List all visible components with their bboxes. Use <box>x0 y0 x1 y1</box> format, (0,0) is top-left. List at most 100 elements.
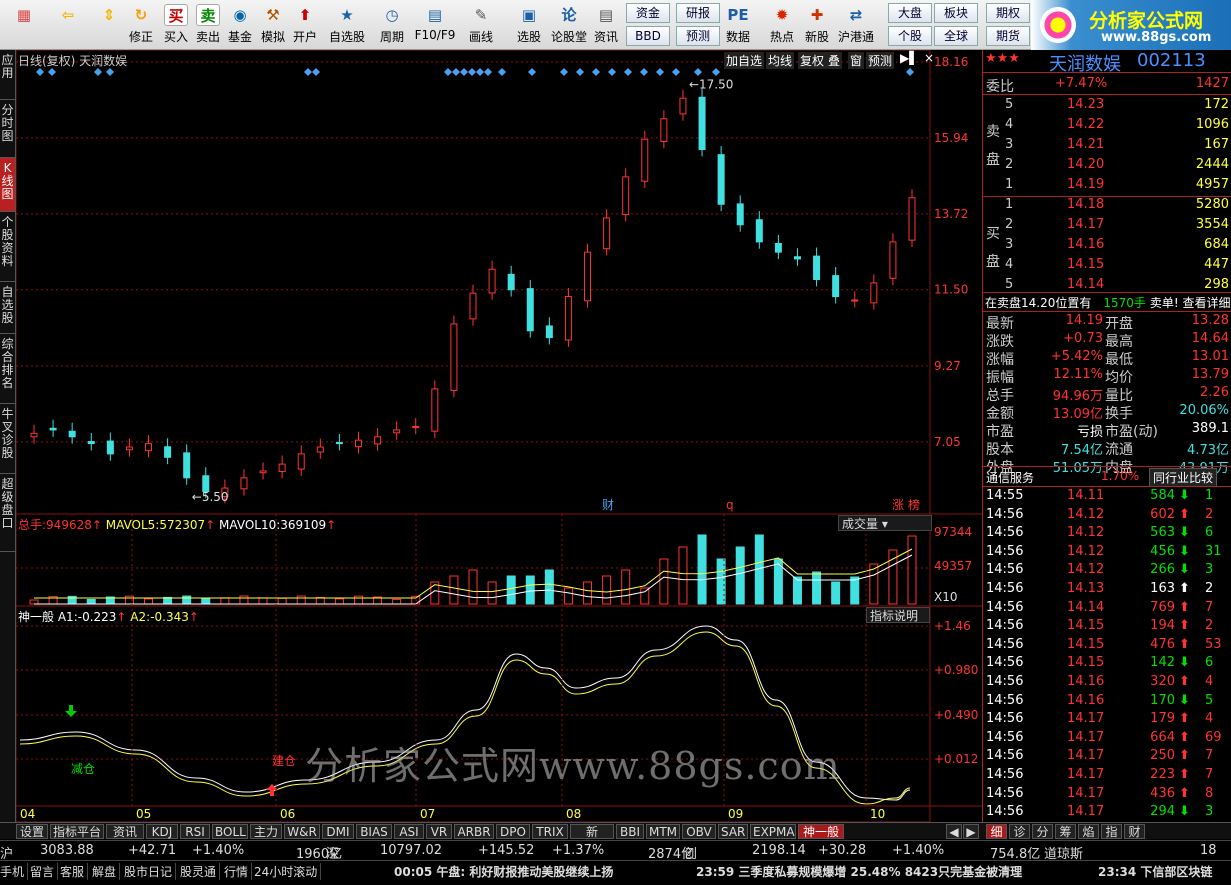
indicator-tab-14[interactable]: TRIX <box>532 824 568 839</box>
toolbar-button-back[interactable]: ⇦ <box>50 2 86 48</box>
industry-compare-button[interactable]: 同行业比较 <box>1149 468 1218 487</box>
status-item-3[interactable]: 解盘 <box>92 863 121 880</box>
toolbar-button-forum[interactable]: 论论股堂 <box>550 2 588 48</box>
toolbar-small-button-8[interactable]: 期权 <box>986 3 1030 23</box>
toolbar-button-pe[interactable]: PE 数据 <box>720 2 756 48</box>
toolbar-button-hot[interactable]: ✹ 热点 <box>768 2 796 48</box>
left-tab-6[interactable]: 牛叉诊股 <box>0 404 15 474</box>
toolbar-button-windows[interactable]: ▦ <box>4 2 44 48</box>
sell-price[interactable]: 14.19 <box>1067 177 1104 192</box>
toolbar-small-button-7[interactable]: 全球 <box>934 26 978 46</box>
toolbar-button-refresh[interactable]: ↻ 修正 <box>126 2 156 48</box>
detail-tab-3[interactable]: 筹 <box>1055 824 1076 839</box>
indicator-tab-5[interactable]: BOLL <box>212 824 248 839</box>
indicator-tab-15[interactable]: 新DMA <box>570 824 614 854</box>
chart-svg[interactable]: 18.16 15.94 13.72 11.50 9.27 7.05 ←17.50 ←5.50 财… <box>16 50 982 822</box>
left-tab-4[interactable]: 自选股 <box>0 282 15 334</box>
close-chart-icon[interactable]: × <box>924 51 934 65</box>
news-ticker-3[interactable]: 23:34 下信部区块链 <box>1098 863 1212 880</box>
scroll-right-icon[interactable]: ▶ <box>963 824 979 839</box>
order-notice[interactable]: 在卖盘14.20位置有 1570手 卖单! 查看详细 <box>985 294 1231 311</box>
indicator-tab-19[interactable]: SAR <box>718 824 748 839</box>
buy-price[interactable]: 14.15 <box>1067 257 1104 272</box>
buy-price[interactable]: 14.17 <box>1067 217 1104 232</box>
expand-arrow-icon[interactable]: ▶▌ <box>900 51 918 65</box>
indicator-tab-20[interactable]: EXPMA <box>750 824 796 839</box>
chart-header-button-3[interactable]: 叠 <box>826 52 843 69</box>
indicator-tab-8[interactable]: DMI <box>322 824 354 839</box>
left-tab-2[interactable]: K线图 <box>0 158 15 212</box>
status-item-4[interactable]: 股市日记 <box>124 863 177 880</box>
indicator-tab-10[interactable]: ASI <box>394 824 424 839</box>
buy-price[interactable]: 14.18 <box>1067 197 1104 212</box>
sell-price[interactable]: 14.20 <box>1067 157 1104 172</box>
indicator-tab-3[interactable]: KDJ <box>146 824 178 839</box>
toolbar-button-screen[interactable]: ▣ 选股 <box>512 2 546 48</box>
indicator-tab-4[interactable]: RSI <box>180 824 210 839</box>
news-ticker-1[interactable]: 00:05 午盘: 利好财报推动美股继续上扬 <box>394 863 613 880</box>
toolbar-button-sell[interactable]: 卖卖出 <box>193 2 223 48</box>
sell-price[interactable]: 14.22 <box>1067 117 1104 132</box>
indicator-tab-13[interactable]: DPO <box>496 824 530 839</box>
indicator-tab-16[interactable]: BBI <box>616 824 644 839</box>
industry-name[interactable]: 通信服务 <box>986 469 1034 486</box>
indicator-tab-11[interactable]: VR <box>426 824 452 839</box>
toolbar-button-sh-hk[interactable]: ⇄ 沪港通 <box>836 2 876 48</box>
indicator-tab-2[interactable]: 资讯 <box>106 824 144 839</box>
status-item-2[interactable]: 客服 <box>60 863 89 880</box>
buy-price[interactable]: 14.14 <box>1067 277 1104 292</box>
indicator-tab-1[interactable]: 指标平台 <box>50 824 104 839</box>
toolbar-small-button-9[interactable]: 期货 <box>986 26 1030 46</box>
volume-selector[interactable]: 成交量 ▾ <box>838 515 932 531</box>
toolbar-button-star-folder[interactable]: ★ 自选股 <box>326 2 368 48</box>
sell-price[interactable]: 14.21 <box>1067 137 1104 152</box>
detail-tab-5[interactable]: 指 <box>1101 824 1122 839</box>
indicator-tab-9[interactable]: BIAS <box>356 824 392 839</box>
toolbar-button-fund[interactable]: ◉ 基金 <box>226 2 254 48</box>
toolbar-small-button-0[interactable]: 资金 <box>626 3 670 23</box>
chart-header-button-0[interactable]: 加自选 <box>724 52 765 69</box>
status-item-6[interactable]: 行情 <box>224 863 253 880</box>
toolbar-button-buy[interactable]: 买买入 <box>161 2 191 48</box>
toolbar-button-up-down[interactable]: ⇕ <box>96 2 122 48</box>
status-item-5[interactable]: 股灵通 <box>180 863 221 880</box>
buy-price[interactable]: 14.16 <box>1067 237 1104 252</box>
toolbar-small-button-5[interactable]: 个股 <box>888 26 932 46</box>
chart-header-button-5[interactable]: 预测 <box>866 52 895 69</box>
left-tab-5[interactable]: 综合排名 <box>0 334 15 404</box>
indicator-tab-18[interactable]: OBV <box>682 824 716 839</box>
toolbar-small-button-2[interactable]: 研报 <box>676 3 720 23</box>
detail-tab-2[interactable]: 分 <box>1032 824 1053 839</box>
detail-tab-1[interactable]: 诊 <box>1009 824 1030 839</box>
toolbar-button-open-account[interactable]: ⬆ 开户 <box>290 2 320 48</box>
sell-price[interactable]: 14.23 <box>1067 97 1104 112</box>
detail-tab-4[interactable]: 焰 <box>1078 824 1099 839</box>
indicator-help-button[interactable]: 指标说明 <box>866 607 930 623</box>
detail-tab-0[interactable]: 细 <box>986 824 1007 839</box>
toolbar-button-hammer[interactable]: ⚒ 模拟 <box>258 2 288 48</box>
toolbar-small-button-1[interactable]: BBD <box>626 26 670 46</box>
status-item-0[interactable]: 手机 <box>0 863 29 880</box>
indicator-tab-6[interactable]: 主力 <box>250 824 282 839</box>
indicator-tab-21[interactable]: 神一般 <box>798 824 844 839</box>
toolbar-button-clock[interactable]: ◷ 周期 <box>372 2 412 48</box>
indicator-tab-0[interactable]: 设置 <box>16 824 48 839</box>
indicator-tab-7[interactable]: W&R <box>284 824 320 839</box>
toolbar-small-button-6[interactable]: 板块 <box>934 3 978 23</box>
detail-tab-6[interactable]: 财 <box>1124 824 1145 839</box>
news-ticker-2[interactable]: 23:59 三季度私募规模爆增 25.48% 8423只完基金被清理 <box>696 863 1022 880</box>
chart-header-button-1[interactable]: 均线 <box>766 52 795 69</box>
toolbar-button-pen[interactable]: ✎ 画线 <box>462 2 500 48</box>
status-item-1[interactable]: 留言 <box>30 863 59 880</box>
toolbar-button-news[interactable]: ▤ 资讯 <box>591 2 621 48</box>
toolbar-small-button-4[interactable]: 大盘 <box>888 3 932 23</box>
status-item-7[interactable]: 24小时滚动 <box>254 863 322 880</box>
left-tab-7[interactable]: 超级盘口 <box>0 474 15 552</box>
toolbar-small-button-3[interactable]: 预测 <box>676 26 720 46</box>
toolbar-button-new-stock[interactable]: ✚ 新股 <box>800 2 834 48</box>
scroll-left-icon[interactable]: ◀ <box>946 824 962 839</box>
chart-header-button-2[interactable]: 复权 <box>798 52 827 69</box>
left-tab-0[interactable]: 应用 <box>0 50 15 100</box>
chart-header-button-4[interactable]: 窗 <box>848 52 865 69</box>
left-tab-1[interactable]: 分时图 <box>0 100 15 158</box>
